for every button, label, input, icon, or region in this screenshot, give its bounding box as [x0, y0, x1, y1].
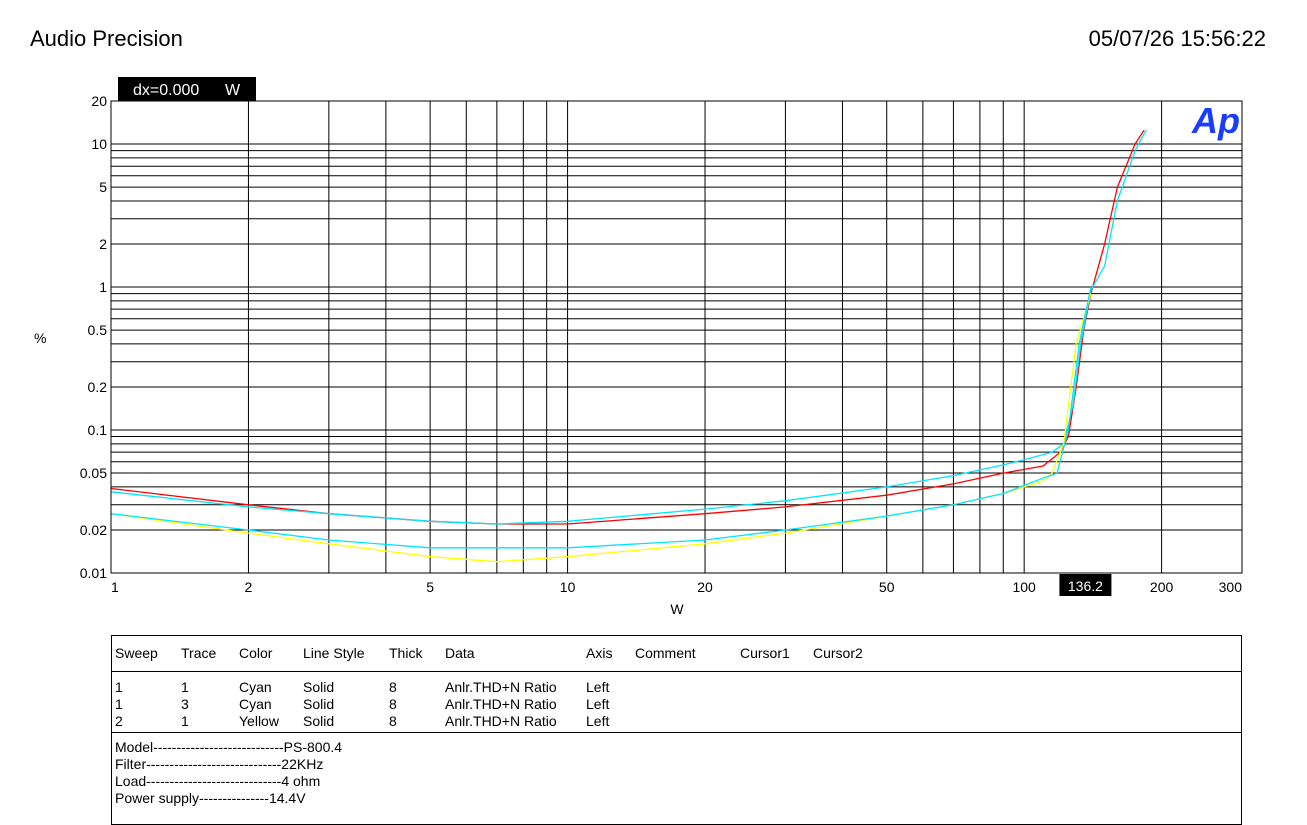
x-tick-label: 100: [1012, 579, 1036, 595]
cell-sweep: 1: [115, 696, 123, 712]
x-axis-label: W: [670, 601, 684, 617]
col-cursor1: Cursor1: [740, 645, 790, 661]
x-tick-label: 1: [111, 579, 119, 595]
cell-axis: Left: [586, 696, 610, 712]
grid: [111, 101, 1242, 573]
x-tick-label: 300: [1219, 579, 1243, 595]
y-tick-label: 0.02: [80, 522, 107, 538]
cell-line-style: Solid: [303, 713, 335, 729]
cursor-readout-unit: W: [225, 82, 241, 99]
cell-line-style: Solid: [303, 696, 335, 712]
thd-chart: 20 10 5 2 1 0.5 0.2 0.1 0.05 0.02 0.01 1 2 5 10 20 50 10…: [34, 77, 1243, 617]
x-tick-label: 10: [560, 579, 576, 595]
cell-sweep: 1: [115, 679, 123, 695]
x-tick-label: 5: [426, 579, 434, 595]
legend-table: Sweep Trace Color Line Style Thick Data …: [111, 635, 1242, 825]
cursor-readout-value: dx=0.000: [133, 82, 199, 99]
cursor-marker-value: 136.2: [1068, 578, 1103, 594]
y-tick-label: 10: [91, 136, 107, 152]
x-tick-label: 50: [879, 579, 895, 595]
col-cursor2: Cursor2: [813, 645, 863, 661]
cell-trace: 3: [181, 696, 189, 712]
y-axis-label: %: [34, 330, 46, 346]
col-color: Color: [239, 645, 273, 661]
note-power-supply: Power supply---------------14.4V: [115, 790, 306, 806]
col-trace: Trace: [181, 645, 217, 661]
y-tick-label: 1: [99, 279, 107, 295]
cell-thick: 8: [389, 679, 397, 695]
cell-trace: 1: [181, 679, 189, 695]
y-tick-label: 2: [99, 236, 107, 252]
y-tick-label: 0.2: [88, 379, 108, 395]
col-line-style: Line Style: [303, 645, 365, 661]
ap-logo-icon: Ap: [1191, 100, 1240, 141]
legend-row: 1 1 Cyan Solid 8 Anlr.THD+N Ratio Left: [112, 679, 1241, 696]
cell-thick: 8: [389, 696, 397, 712]
legend-header: Sweep Trace Color Line Style Thick Data …: [112, 636, 1241, 672]
col-thick: Thick: [389, 645, 423, 661]
legend-divider: [112, 732, 1241, 733]
series-line: [110, 129, 1147, 525]
col-data: Data: [445, 645, 475, 661]
plot-frame: [110, 100, 1243, 574]
note-filter: Filter-----------------------------22KHz: [115, 756, 324, 772]
y-tick-label: 0.01: [80, 565, 107, 581]
cell-sweep: 2: [115, 713, 123, 729]
cell-axis: Left: [586, 679, 610, 695]
cell-color: Cyan: [239, 696, 272, 712]
cell-axis: Left: [586, 713, 610, 729]
series-line: [110, 286, 1092, 549]
cursor-marker[interactable]: 136.2: [1059, 574, 1112, 596]
series-line: [110, 129, 1145, 525]
legend-row: 2 1 Yellow Solid 8 Anlr.THD+N Ratio Left: [112, 713, 1241, 730]
note-model: Model----------------------------PS-800.…: [115, 739, 343, 755]
y-tick-label: 0.1: [88, 422, 108, 438]
cell-data: Anlr.THD+N Ratio: [445, 679, 557, 695]
col-comment: Comment: [635, 645, 696, 661]
y-tick-labels: 20 10 5 2 1 0.5 0.2 0.1 0.05 0.02 0.01: [80, 93, 107, 581]
x-tick-label: 20: [697, 579, 713, 595]
cell-data: Anlr.THD+N Ratio: [445, 713, 557, 729]
x-tick-label: 2: [245, 579, 253, 595]
cell-color: Yellow: [239, 713, 279, 729]
col-axis: Axis: [586, 645, 613, 661]
y-tick-label: 0.05: [80, 465, 107, 481]
cell-line-style: Solid: [303, 679, 335, 695]
cell-thick: 8: [389, 713, 397, 729]
legend-row: 1 3 Cyan Solid 8 Anlr.THD+N Ratio Left: [112, 696, 1241, 713]
cursor-readout[interactable]: dx=0.000 W: [118, 77, 256, 101]
y-tick-label: 0.5: [88, 322, 108, 338]
y-tick-label: 20: [91, 93, 107, 109]
cell-color: Cyan: [239, 679, 272, 695]
y-tick-label: 5: [99, 179, 107, 195]
col-sweep: Sweep: [115, 645, 158, 661]
cell-data: Anlr.THD+N Ratio: [445, 696, 557, 712]
x-tick-label: 200: [1150, 579, 1174, 595]
cell-trace: 1: [181, 713, 189, 729]
note-load: Load-----------------------------4 ohm: [115, 773, 321, 789]
test-notes: Model----------------------------PS-800.…: [115, 739, 342, 807]
series-layer: [110, 129, 1147, 563]
